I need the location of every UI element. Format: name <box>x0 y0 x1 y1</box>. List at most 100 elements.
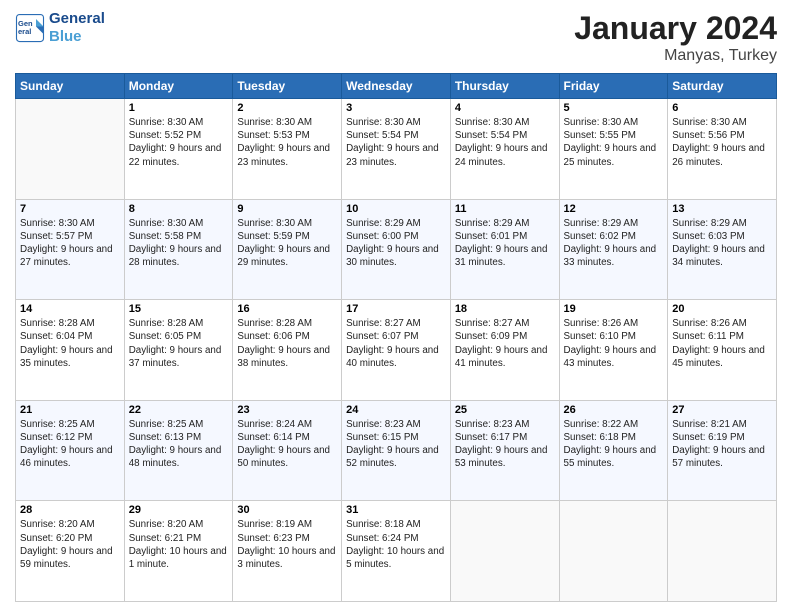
calendar-cell: 31 Sunrise: 8:18 AMSunset: 6:24 PMDayligh… <box>342 501 451 602</box>
day-number: 15 <box>129 303 229 315</box>
day-number: 5 <box>564 102 664 114</box>
day-info: Sunrise: 8:30 AMSunset: 5:54 PMDaylight:… <box>455 116 555 169</box>
calendar-cell: 7Sunrise: 8:30 AMSunset: 5:57 PMDaylight… <box>16 199 125 300</box>
day-number: 3 <box>346 102 446 114</box>
day-number: 1 <box>129 102 229 114</box>
calendar-cell: 15 Sunrise: 8:28 AMSunset: 6:05 PMDayligh… <box>124 300 233 401</box>
day-info: Sunrise: 8:28 AMSunset: 6:05 PMDaylight:… <box>129 317 229 370</box>
calendar-cell: 29 Sunrise: 8:20 AMSunset: 6:21 PMDayligh… <box>124 501 233 602</box>
day-info: Sunrise: 8:20 AMSunset: 6:21 PMDaylight:… <box>129 518 229 571</box>
calendar-cell: 11 Sunrise: 8:29 AMSunset: 6:01 PMDayligh… <box>450 199 559 300</box>
day-info: Sunrise: 8:27 AMSunset: 6:09 PMDaylight:… <box>455 317 555 370</box>
calendar-header-friday: Friday <box>559 74 668 99</box>
day-info: Sunrise: 8:29 AMSunset: 6:02 PMDaylight:… <box>564 217 664 270</box>
header: Gen eral General Blue January 2024 Manya… <box>15 10 777 65</box>
day-number: 30 <box>237 504 337 516</box>
calendar-cell: 20Sunrise: 8:26 AMSunset: 6:11 PMDayligh… <box>668 300 777 401</box>
calendar-cell: 5Sunrise: 8:30 AMSunset: 5:55 PMDaylight… <box>559 99 668 200</box>
day-info: Sunrise: 8:23 AMSunset: 6:15 PMDaylight:… <box>346 418 446 471</box>
day-number: 21 <box>20 404 120 416</box>
calendar-cell: 10 Sunrise: 8:29 AMSunset: 6:00 PMDayligh… <box>342 199 451 300</box>
day-number: 12 <box>564 203 664 215</box>
day-number: 4 <box>455 102 555 114</box>
day-number: 27 <box>672 404 772 416</box>
calendar-cell <box>16 99 125 200</box>
day-info: Sunrise: 8:27 AMSunset: 6:07 PMDaylight:… <box>346 317 446 370</box>
calendar-cell: 17 Sunrise: 8:27 AMSunset: 6:07 PMDayligh… <box>342 300 451 401</box>
calendar-cell: 1 Sunrise: 8:30 AMSunset: 5:52 PMDaylight… <box>124 99 233 200</box>
calendar-cell: 4 Sunrise: 8:30 AMSunset: 5:54 PMDaylight… <box>450 99 559 200</box>
day-number: 6 <box>672 102 772 114</box>
calendar-cell <box>450 501 559 602</box>
calendar-cell: 19 Sunrise: 8:26 AMSunset: 6:10 PMDayligh… <box>559 300 668 401</box>
calendar-cell: 14Sunrise: 8:28 AMSunset: 6:04 PMDayligh… <box>16 300 125 401</box>
day-number: 11 <box>455 203 555 215</box>
calendar-week-5: 28Sunrise: 8:20 AMSunset: 6:20 PMDayligh… <box>16 501 777 602</box>
calendar-cell: 18Sunrise: 8:27 AMSunset: 6:09 PMDayligh… <box>450 300 559 401</box>
day-info: Sunrise: 8:30 AMSunset: 5:58 PMDaylight:… <box>129 217 229 270</box>
day-number: 31 <box>346 504 446 516</box>
day-info: Sunrise: 8:22 AMSunset: 6:18 PMDaylight:… <box>564 418 664 471</box>
calendar-cell: 24Sunrise: 8:23 AMSunset: 6:15 PMDayligh… <box>342 400 451 501</box>
calendar-cell <box>668 501 777 602</box>
day-number: 26 <box>564 404 664 416</box>
calendar-cell: 25 Sunrise: 8:23 AMSunset: 6:17 PMDayligh… <box>450 400 559 501</box>
calendar-cell <box>559 501 668 602</box>
day-number: 29 <box>129 504 229 516</box>
day-info: Sunrise: 8:29 AMSunset: 6:03 PMDaylight:… <box>672 217 772 270</box>
day-number: 9 <box>237 203 337 215</box>
day-number: 19 <box>564 303 664 315</box>
calendar-header-thursday: Thursday <box>450 74 559 99</box>
day-info: Sunrise: 8:25 AMSunset: 6:13 PMDaylight:… <box>129 418 229 471</box>
day-info: Sunrise: 8:26 AMSunset: 6:11 PMDaylight:… <box>672 317 772 370</box>
day-info: Sunrise: 8:28 AMSunset: 6:06 PMDaylight:… <box>237 317 337 370</box>
calendar-cell: 3 Sunrise: 8:30 AMSunset: 5:54 PMDaylight… <box>342 99 451 200</box>
day-info: Sunrise: 8:30 AMSunset: 5:53 PMDaylight:… <box>237 116 337 169</box>
day-number: 23 <box>237 404 337 416</box>
day-info: Sunrise: 8:30 AMSunset: 5:54 PMDaylight:… <box>346 116 446 169</box>
page: Gen eral General Blue January 2024 Manya… <box>0 0 792 612</box>
calendar-cell: 30 Sunrise: 8:19 AMSunset: 6:23 PMDayligh… <box>233 501 342 602</box>
day-info: Sunrise: 8:20 AMSunset: 6:20 PMDaylight:… <box>20 518 120 571</box>
day-info: Sunrise: 8:30 AMSunset: 5:52 PMDaylight:… <box>129 116 229 169</box>
day-info: Sunrise: 8:30 AMSunset: 5:59 PMDaylight:… <box>237 217 337 270</box>
day-info: Sunrise: 8:26 AMSunset: 6:10 PMDaylight:… <box>564 317 664 370</box>
day-info: Sunrise: 8:24 AMSunset: 6:14 PMDaylight:… <box>237 418 337 471</box>
calendar-cell: 13 Sunrise: 8:29 AMSunset: 6:03 PMDayligh… <box>668 199 777 300</box>
calendar-cell: 2 Sunrise: 8:30 AMSunset: 5:53 PMDaylight… <box>233 99 342 200</box>
calendar-week-1: 1 Sunrise: 8:30 AMSunset: 5:52 PMDaylight… <box>16 99 777 200</box>
day-number: 22 <box>129 404 229 416</box>
day-info: Sunrise: 8:23 AMSunset: 6:17 PMDaylight:… <box>455 418 555 471</box>
day-number: 17 <box>346 303 446 315</box>
day-info: Sunrise: 8:29 AMSunset: 6:00 PMDaylight:… <box>346 217 446 270</box>
day-number: 2 <box>237 102 337 114</box>
logo: Gen eral General Blue <box>15 10 105 46</box>
day-number: 16 <box>237 303 337 315</box>
calendar-table: SundayMondayTuesdayWednesdayThursdayFrid… <box>15 73 777 602</box>
subtitle: Manyas, Turkey <box>574 47 777 65</box>
day-number: 8 <box>129 203 229 215</box>
day-info: Sunrise: 8:29 AMSunset: 6:01 PMDaylight:… <box>455 217 555 270</box>
day-number: 7 <box>20 203 120 215</box>
calendar-header-row: SundayMondayTuesdayWednesdayThursdayFrid… <box>16 74 777 99</box>
calendar-header-sunday: Sunday <box>16 74 125 99</box>
day-number: 25 <box>455 404 555 416</box>
day-info: Sunrise: 8:18 AMSunset: 6:24 PMDaylight:… <box>346 518 446 571</box>
main-title: January 2024 <box>574 10 777 47</box>
day-info: Sunrise: 8:21 AMSunset: 6:19 PMDaylight:… <box>672 418 772 471</box>
svg-text:eral: eral <box>18 27 31 36</box>
day-number: 10 <box>346 203 446 215</box>
day-info: Sunrise: 8:25 AMSunset: 6:12 PMDaylight:… <box>20 418 120 471</box>
day-info: Sunrise: 8:19 AMSunset: 6:23 PMDaylight:… <box>237 518 337 571</box>
calendar-cell: 27 Sunrise: 8:21 AMSunset: 6:19 PMDayligh… <box>668 400 777 501</box>
calendar-cell: 16 Sunrise: 8:28 AMSunset: 6:06 PMDayligh… <box>233 300 342 401</box>
day-number: 14 <box>20 303 120 315</box>
logo-icon: Gen eral <box>15 13 45 43</box>
calendar-cell: 26 Sunrise: 8:22 AMSunset: 6:18 PMDayligh… <box>559 400 668 501</box>
calendar-cell: 28Sunrise: 8:20 AMSunset: 6:20 PMDayligh… <box>16 501 125 602</box>
logo-text-general: General <box>49 10 105 28</box>
day-info: Sunrise: 8:30 AMSunset: 5:56 PMDaylight:… <box>672 116 772 169</box>
day-number: 13 <box>672 203 772 215</box>
calendar-cell: 12 Sunrise: 8:29 AMSunset: 6:02 PMDayligh… <box>559 199 668 300</box>
calendar-week-3: 14Sunrise: 8:28 AMSunset: 6:04 PMDayligh… <box>16 300 777 401</box>
